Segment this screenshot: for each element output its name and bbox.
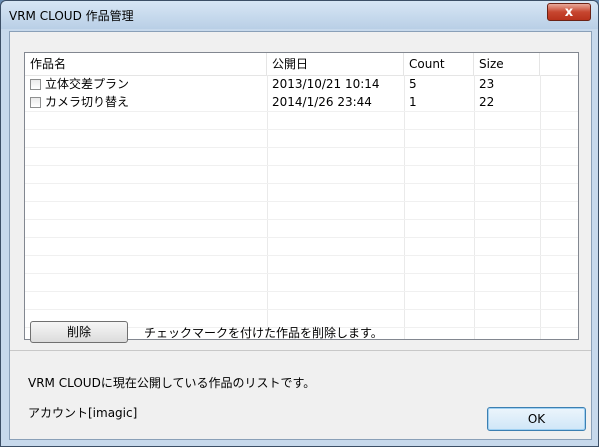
row-divider (25, 183, 578, 184)
row-divider (25, 129, 578, 130)
dialog-body: 作品名 公開日 Count Size 立体交差プラン 2013/10/21 10… (9, 31, 592, 440)
table-row[interactable]: カメラ切り替え 2014/1/26 23:44 1 22 (25, 93, 578, 111)
account-label: アカウント[imagic] (28, 406, 138, 420)
info-text: VRM CLOUDに現在公開している作品のリストです。 (28, 376, 316, 390)
row-divider (25, 291, 578, 292)
work-count: 1 (409, 95, 417, 109)
column-header-date[interactable]: 公開日 (267, 53, 404, 75)
row-checkbox[interactable] (30, 79, 41, 90)
row-divider (25, 237, 578, 238)
dialog-window: VRM CLOUD 作品管理 x 作品名 公開日 Count Size 立体交差… (0, 0, 599, 447)
work-name: カメラ切り替え (45, 95, 130, 109)
row-divider (25, 147, 578, 148)
work-size: 23 (479, 77, 495, 91)
work-date: 2014/1/26 23:44 (272, 95, 372, 109)
table-row[interactable]: 立体交差プラン 2013/10/21 10:14 5 23 (25, 75, 578, 93)
column-header-name[interactable]: 作品名 (25, 53, 267, 75)
row-divider (25, 111, 578, 112)
column-divider (474, 75, 475, 339)
work-size: 22 (479, 95, 495, 109)
work-date: 2013/10/21 10:14 (272, 77, 380, 91)
divider (10, 350, 591, 351)
works-list[interactable]: 作品名 公開日 Count Size 立体交差プラン 2013/10/21 10… (24, 52, 579, 340)
window-title: VRM CLOUD 作品管理 (9, 9, 134, 23)
ok-button[interactable]: OK (487, 407, 586, 431)
row-divider (25, 309, 578, 310)
delete-hint: チェックマークを付けた作品を削除します。 (144, 326, 383, 340)
row-divider (25, 201, 578, 202)
work-name: 立体交差プラン (45, 77, 130, 91)
close-icon: x (564, 5, 574, 20)
work-count: 5 (409, 77, 417, 91)
column-divider (267, 75, 268, 339)
row-divider (25, 165, 578, 166)
column-divider (404, 75, 405, 339)
row-divider (25, 219, 578, 220)
row-divider (25, 273, 578, 274)
row-divider (25, 255, 578, 256)
column-header-count[interactable]: Count (404, 53, 474, 75)
list-header: 作品名 公開日 Count Size (25, 53, 578, 76)
row-checkbox[interactable] (30, 97, 41, 108)
column-divider (540, 75, 541, 339)
column-header-size[interactable]: Size (474, 53, 540, 75)
delete-button[interactable]: 削除 (30, 321, 128, 343)
title-bar[interactable]: VRM CLOUD 作品管理 x (1, 1, 598, 29)
close-button[interactable]: x (547, 3, 591, 21)
